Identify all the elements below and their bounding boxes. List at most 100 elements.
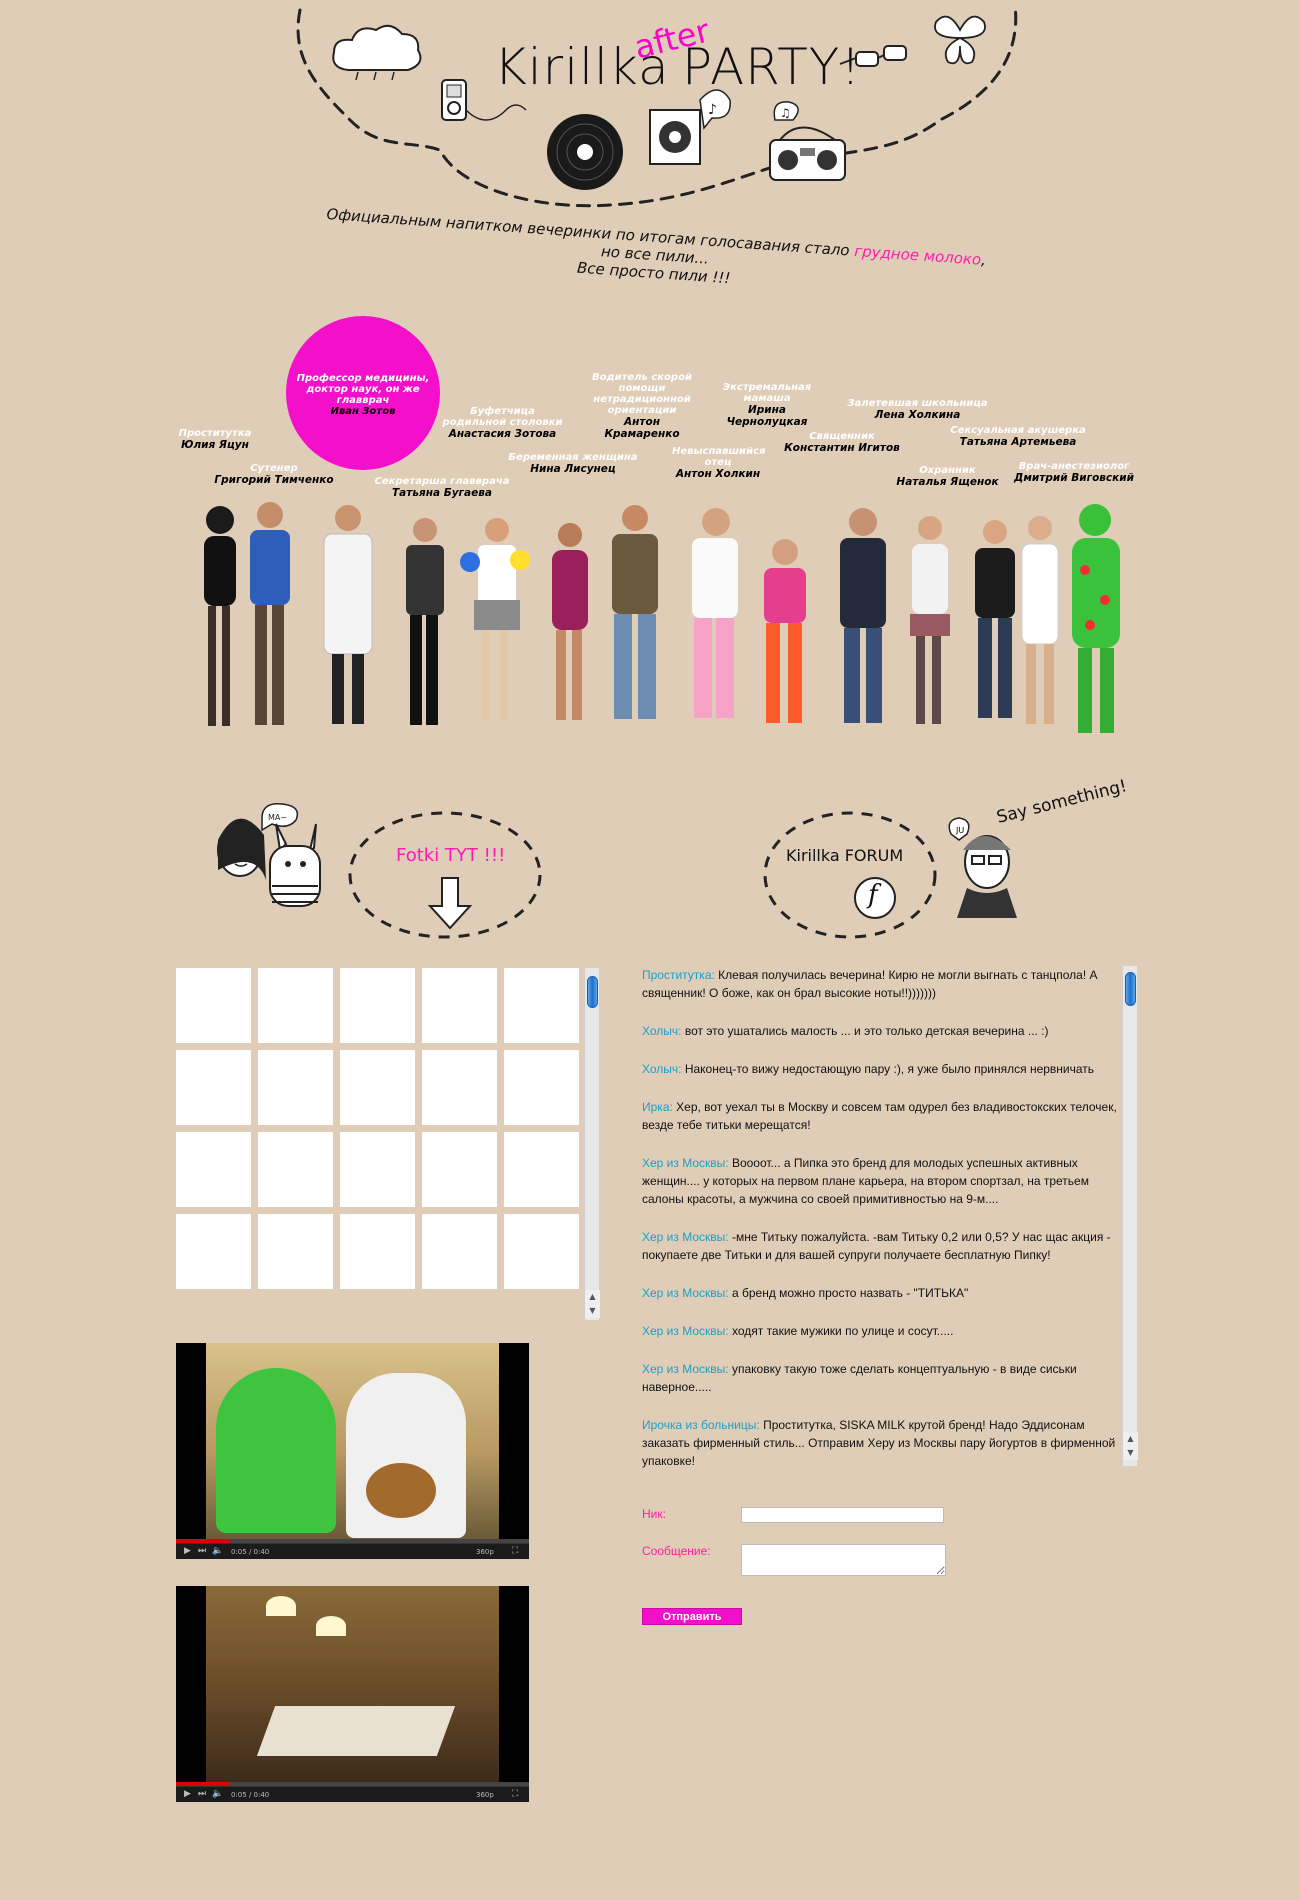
- chat-nick: Ирочка из больницы:: [642, 1418, 760, 1432]
- cast-role: Экстремальная мамаша: [722, 382, 812, 404]
- next-icon[interactable]: ⏭: [198, 1546, 206, 1556]
- forum-link[interactable]: Kirillka FORUM: [786, 846, 903, 865]
- fullscreen-icon[interactable]: ⛶: [512, 1789, 518, 1799]
- person-figure: [406, 518, 444, 725]
- photo-thumb[interactable]: [340, 968, 415, 1043]
- photo-thumb[interactable]: [176, 1132, 251, 1207]
- cast-role: Беременная женщина: [508, 452, 638, 463]
- photo-thumb[interactable]: [176, 1050, 251, 1125]
- video-controls: ▶ ⏭ 🔈 0:05 / 0:40 360p ⛶: [176, 1786, 529, 1802]
- cast-name: Юлия Яцун: [181, 439, 249, 451]
- volume-icon[interactable]: 🔈: [212, 1546, 223, 1556]
- scroll-up-arrow-icon[interactable]: ▲: [585, 1290, 600, 1304]
- send-button[interactable]: Отправить: [642, 1608, 742, 1625]
- photo-thumb[interactable]: [504, 968, 579, 1043]
- person-figure: [1021, 516, 1059, 724]
- cast-role: Водитель скорой помощи нетрадиционной ор…: [592, 372, 692, 416]
- photo-thumb[interactable]: [504, 1050, 579, 1125]
- nick-label: Ник:: [642, 1507, 666, 1521]
- photo-thumb[interactable]: [258, 1214, 333, 1289]
- chat-message: Хер из Москвы: -мне Титьку пожалуйста. -…: [642, 1228, 1117, 1264]
- photo-thumb[interactable]: [504, 1214, 579, 1289]
- nick-input[interactable]: [741, 1507, 944, 1523]
- speech-ju: JU: [956, 826, 965, 835]
- person-figure: [910, 516, 950, 724]
- photo-thumb[interactable]: [504, 1132, 579, 1207]
- chat-text: ходят такие мужики по улице и сосут.....: [728, 1324, 954, 1338]
- video-time: 0:05 / 0:40: [231, 1548, 270, 1556]
- photo-thumb[interactable]: [422, 1132, 497, 1207]
- cast-name: Дмитрий Виговский: [1013, 472, 1135, 484]
- cast-label-9: Залетевшая школьница Лена Холкина: [845, 398, 990, 421]
- cast-name: Наталья Ященок: [896, 476, 999, 488]
- photo-grid: [176, 968, 602, 1318]
- chat-text: а бренд можно просто назвать - "ТИТЬКА": [728, 1286, 969, 1300]
- photo-grid-scrollbar[interactable]: ▲ ▼: [584, 968, 600, 1320]
- photo-thumb[interactable]: [258, 1050, 333, 1125]
- cast-role: Буфетчица родильной столовки: [442, 406, 563, 428]
- scroll-down-arrow-icon[interactable]: ▼: [585, 1304, 600, 1318]
- person-figure: [764, 539, 806, 723]
- chat-nick: Хер из Москвы:: [642, 1362, 729, 1376]
- forum-letter: f: [868, 880, 878, 910]
- chat-log[interactable]: Проститутка: Клевая получилась вечерина!…: [642, 966, 1122, 1472]
- cast-label-12: Врач-анестезиолог Дмитрий Виговский: [1010, 461, 1138, 484]
- scrollbar-thumb[interactable]: [1125, 972, 1136, 1006]
- video-time: 0:05 / 0:40: [231, 1791, 270, 1799]
- chat-nick: Хер из Москвы:: [642, 1230, 729, 1244]
- chat-message: Хер из Москвы: а бренд можно просто назв…: [642, 1284, 1117, 1302]
- fotki-link[interactable]: Fotki TYT !!!: [396, 845, 505, 866]
- video-player-2[interactable]: ▶ ⏭ 🔈 0:05 / 0:40 360p ⛶: [176, 1586, 529, 1802]
- cast-label-7: Экстремальная мамаша Ирина Чернолуцкая: [706, 382, 828, 428]
- speaker-icon: ♪: [649, 89, 731, 165]
- fullscreen-icon[interactable]: ⛶: [512, 1546, 518, 1556]
- person-figure: [552, 523, 588, 720]
- video-player-1[interactable]: ▶ ⏭ 🔈 0:05 / 0:40 360p ⛶: [176, 1343, 529, 1559]
- chat-message: Хер из Москвы: ходят такие мужики по ули…: [642, 1322, 1117, 1340]
- photo-thumb[interactable]: [422, 1050, 497, 1125]
- play-icon[interactable]: ▶: [184, 1789, 191, 1799]
- scroll-up-arrow-icon[interactable]: ▲: [1123, 1432, 1138, 1446]
- group-photo: [204, 502, 1120, 733]
- chat-nick: Проститутка:: [642, 968, 715, 982]
- chat-message: Холыч: Наконец-то вижу недостающую пару …: [642, 1060, 1117, 1078]
- svg-text:♪: ♪: [708, 102, 717, 118]
- chat-message: Хер из Москвы: упаковку такую тоже сдела…: [642, 1360, 1117, 1396]
- chat-message: Хер из Москвы: Воооот... а Пипка это бре…: [642, 1154, 1117, 1208]
- scroll-down-arrow-icon[interactable]: ▼: [1123, 1446, 1138, 1460]
- cast-name: Лена Холкина: [874, 409, 961, 421]
- photo-thumb[interactable]: [176, 1214, 251, 1289]
- cast-role: Залетевшая школьница: [847, 398, 988, 409]
- cast-name: Антон Холкин: [675, 468, 761, 480]
- cast-label-5: Водитель скорой помощи нетрадиционной ор…: [590, 372, 694, 440]
- video-quality[interactable]: 360p: [476, 1548, 494, 1556]
- cast-label-3: Буфетчица родильной столовки Анастасия З…: [440, 406, 565, 440]
- chat-text: Хер, вот уехал ты в Москву и совсем там …: [642, 1100, 1117, 1132]
- video-controls: ▶ ⏭ 🔈 0:05 / 0:40 360p ⛶: [176, 1543, 529, 1559]
- photo-thumb[interactable]: [176, 968, 251, 1043]
- photo-thumb[interactable]: [258, 968, 333, 1043]
- person-figure: [612, 505, 658, 719]
- next-icon[interactable]: ⏭: [198, 1789, 206, 1799]
- photo-thumb[interactable]: [340, 1050, 415, 1125]
- photo-thumb[interactable]: [340, 1214, 415, 1289]
- scrollbar-thumb[interactable]: [587, 976, 598, 1008]
- chat-message: Проститутка: Клевая получилась вечерина!…: [642, 966, 1117, 1002]
- cast-role: Секретарша главврача: [374, 476, 510, 487]
- person-figure: [460, 518, 530, 720]
- photo-thumb[interactable]: [422, 1214, 497, 1289]
- play-icon[interactable]: ▶: [184, 1546, 191, 1556]
- title-party: PARTY!: [682, 38, 862, 96]
- photo-thumb[interactable]: [340, 1132, 415, 1207]
- cast-role: Врач-анестезиолог: [1018, 461, 1130, 472]
- cast-role: Сутенер: [250, 463, 298, 474]
- photo-thumb[interactable]: [422, 968, 497, 1043]
- video-quality[interactable]: 360p: [476, 1791, 494, 1799]
- photo-thumb[interactable]: [258, 1132, 333, 1207]
- volume-icon[interactable]: 🔈: [212, 1789, 223, 1799]
- message-label: Сообщение:: [642, 1544, 711, 1558]
- cast-role: Сексуальная акушерка: [950, 425, 1086, 436]
- cast-role: Охранник: [919, 465, 976, 476]
- chat-scrollbar[interactable]: ▲ ▼: [1122, 966, 1138, 1466]
- message-textarea[interactable]: [741, 1544, 946, 1576]
